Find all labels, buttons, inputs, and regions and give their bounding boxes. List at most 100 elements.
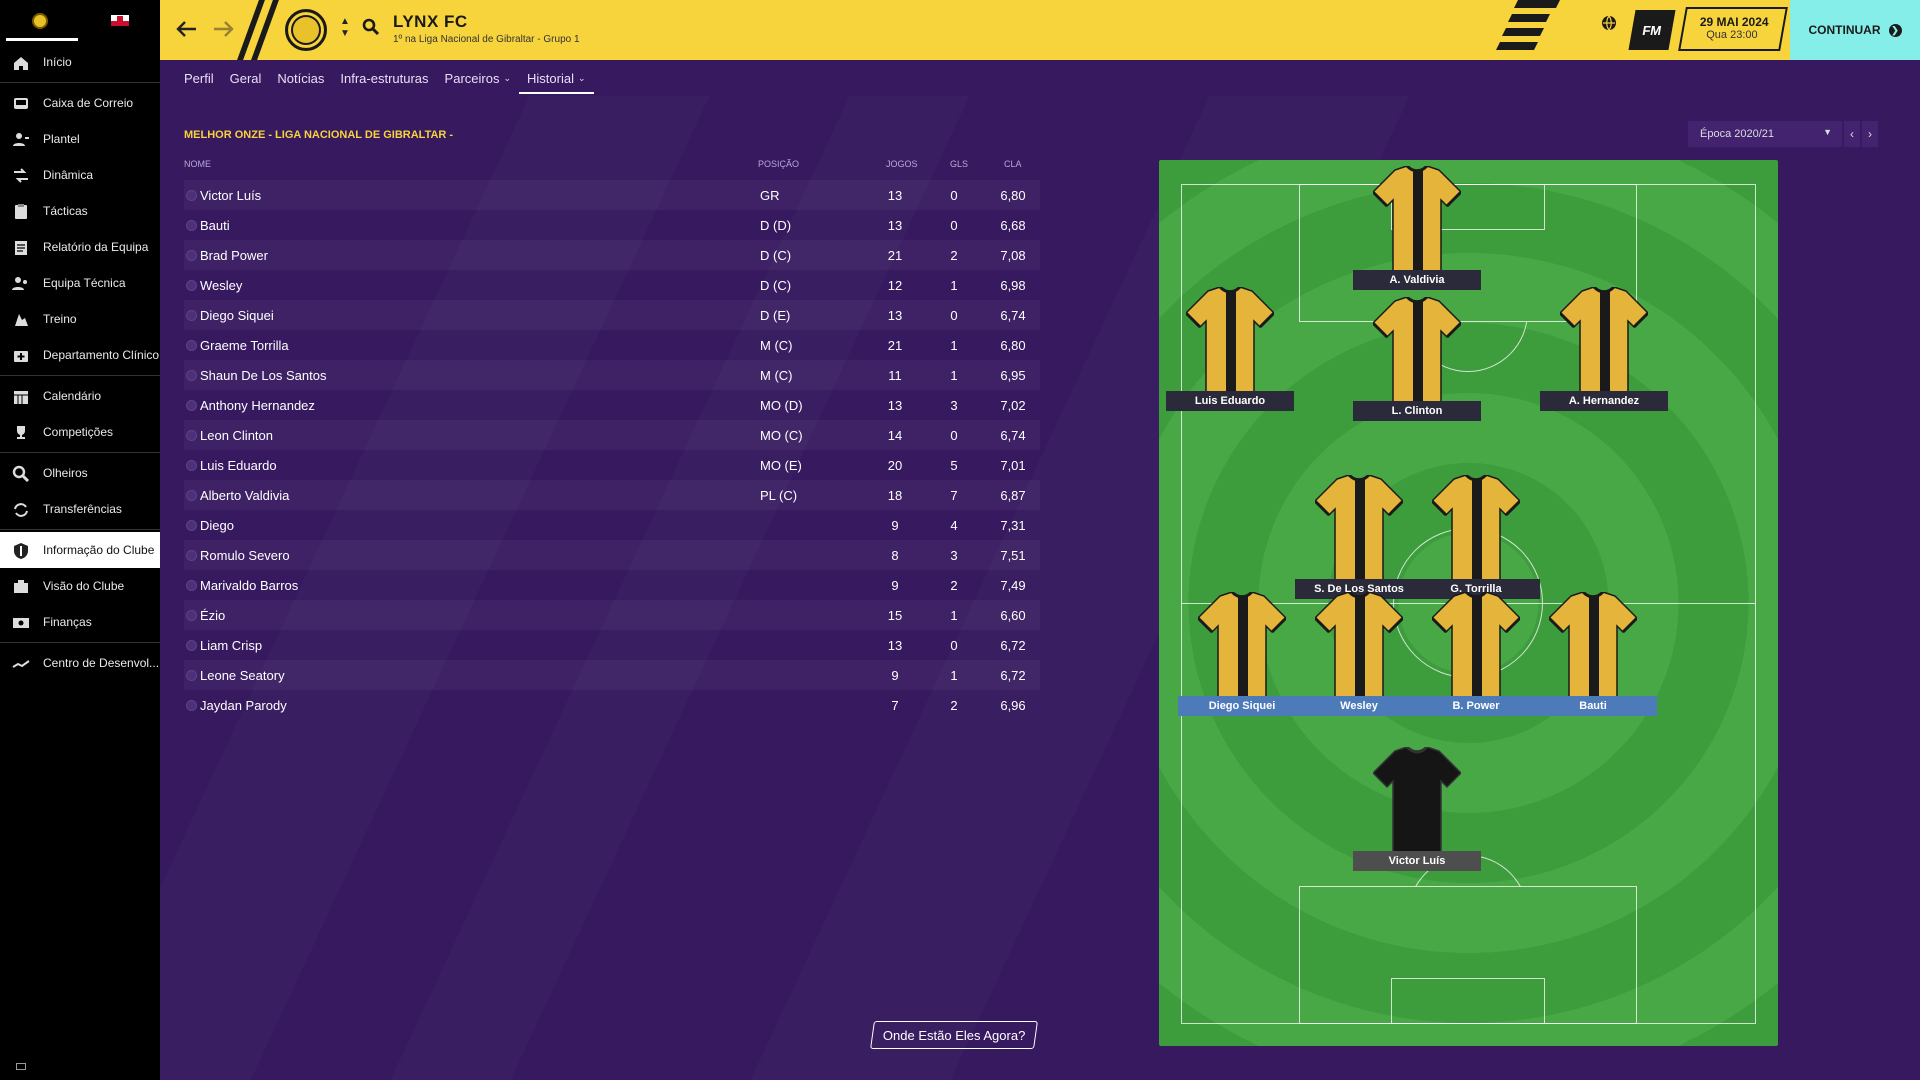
player-rating: 6,98	[1000, 278, 1026, 293]
formation-player-name: Luis Eduardo	[1166, 391, 1294, 411]
table-row[interactable]: Diego Siquei D (E) 13 0 6,74	[184, 300, 1040, 330]
sidebar-item-home[interactable]: Início	[0, 44, 160, 80]
table-row[interactable]: Liam Crisp 13 0 6,72	[184, 630, 1040, 660]
sidebar-item-development[interactable]: Centro de Desenvol...	[0, 645, 160, 681]
table-row[interactable]: Romulo Severo 8 3 7,51	[184, 540, 1040, 570]
formation-player[interactable]: Diego Siquei	[1178, 590, 1306, 732]
sidebar-item-label: Transferências	[43, 502, 122, 516]
player-status-icon	[186, 520, 197, 531]
formation-player[interactable]: Wesley	[1295, 590, 1423, 732]
shirt-icon	[1313, 590, 1405, 699]
sidebar-item-club-shield[interactable]: Informação do Clube	[0, 532, 160, 568]
globe-icon[interactable]	[1600, 14, 1618, 32]
table-row[interactable]: Leon Clinton MO (C) 14 0 6,74	[184, 420, 1040, 450]
player-rating: 6,72	[1000, 668, 1026, 683]
finances-icon	[12, 614, 30, 630]
transfers-icon	[12, 501, 30, 517]
sidebar-item-label: Olheiros	[43, 466, 88, 480]
player-games: 14	[887, 428, 903, 443]
tab-infra-estruturas[interactable]: Infra-estruturas	[332, 60, 436, 96]
sidebar-item-label: Treino	[43, 312, 77, 326]
search-icon[interactable]	[362, 18, 380, 36]
sidebar-item-squad[interactable]: Plantel	[0, 121, 160, 157]
column-header-goals[interactable]: GLS	[950, 159, 968, 169]
tab-geral[interactable]: Geral	[222, 60, 270, 96]
formation-player[interactable]: A. Valdivia	[1353, 164, 1481, 306]
table-row[interactable]: Victor Luís GR 13 0 6,80	[184, 180, 1040, 210]
sidebar-item-calendar[interactable]: Calendário	[0, 378, 160, 414]
sidebar-item-report[interactable]: Relatório da Equipa	[0, 229, 160, 265]
sidebar-item-label: Departamento Clínico	[43, 348, 160, 362]
player-goals: 0	[950, 308, 958, 323]
table-row[interactable]: Marivaldo Barros 9 2 7,49	[184, 570, 1040, 600]
back-arrow-icon[interactable]	[172, 14, 202, 44]
player-goals: 5	[950, 458, 958, 473]
player-status-icon	[186, 370, 197, 381]
tab-parceiros[interactable]: Parceiros ⌄	[437, 60, 519, 96]
dynamics-icon	[12, 167, 30, 183]
nation-flag-icon[interactable]	[110, 15, 129, 26]
table-row[interactable]: Bauti D (D) 13 0 6,68	[184, 210, 1040, 240]
tab-perfil[interactable]: Perfil	[176, 60, 222, 96]
table-row[interactable]: Luis Eduardo MO (E) 20 5 7,01	[184, 450, 1040, 480]
player-status-icon	[186, 550, 197, 561]
formation-player[interactable]: Bauti	[1529, 590, 1657, 732]
column-header-name[interactable]: NOME	[184, 159, 211, 169]
sidebar-item-tactics-clipboard[interactable]: Tácticas	[0, 193, 160, 229]
formation-player[interactable]: L. Clinton	[1353, 295, 1481, 437]
next-season-button[interactable]: ›	[1862, 121, 1878, 147]
club-badge-icon[interactable]	[31, 12, 48, 29]
table-row[interactable]: Diego 9 4 7,31	[184, 510, 1040, 540]
continue-button[interactable]: CONTINUAR ❯	[1790, 0, 1920, 60]
forward-arrow-icon[interactable]	[208, 14, 238, 44]
formation-player[interactable]: Victor Luís	[1353, 745, 1481, 887]
sidebar-header	[0, 0, 160, 44]
fm-menu-button[interactable]: FM	[1628, 10, 1676, 50]
tab-historial[interactable]: Historial ⌄	[519, 60, 594, 96]
sidebar-item-dynamics[interactable]: Dinâmica	[0, 157, 160, 193]
sidebar-item-training[interactable]: Treino	[0, 301, 160, 337]
sidebar-collapse-icon[interactable]	[16, 1063, 26, 1070]
sidebar-item-trophy[interactable]: Competições	[0, 414, 160, 450]
sidebar-item-label: Finanças	[43, 615, 92, 629]
table-row[interactable]: Anthony Hernandez MO (D) 13 3 7,02	[184, 390, 1040, 420]
formation-player[interactable]: A. Hernandez	[1540, 285, 1668, 427]
table-row[interactable]: Ézio 15 1 6,60	[184, 600, 1040, 630]
formation-player[interactable]: B. Power	[1412, 590, 1540, 732]
sidebar-item-staff[interactable]: Equipa Técnica	[0, 265, 160, 301]
table-row[interactable]: Jaydan Parody 7 2 6,96	[184, 690, 1040, 720]
player-games: 13	[887, 398, 903, 413]
column-header-games[interactable]: JOGOS	[886, 159, 918, 169]
tab-not-cias[interactable]: Notícias	[269, 60, 332, 96]
table-row[interactable]: Alberto Valdivia PL (C) 18 7 6,87	[184, 480, 1040, 510]
player-games: 13	[887, 308, 903, 323]
player-name: Anthony Hernandez	[200, 398, 315, 413]
column-header-position[interactable]: POSIÇÃO	[758, 159, 799, 169]
table-row[interactable]: Shaun De Los Santos M (C) 11 1 6,95	[184, 360, 1040, 390]
season-select[interactable]: Época 2020/21 ▼	[1688, 121, 1842, 147]
sidebar-item-scouting[interactable]: Olheiros	[0, 455, 160, 491]
table-row[interactable]: Graeme Torrilla M (C) 21 1 6,80	[184, 330, 1040, 360]
club-name: LYNX FC	[393, 12, 468, 31]
player-name: Brad Power	[200, 248, 268, 263]
formation-player[interactable]: Luis Eduardo	[1166, 285, 1294, 427]
sidebar-item-finances[interactable]: Finanças	[0, 604, 160, 640]
table-row[interactable]: Brad Power D (C) 21 2 7,08	[184, 240, 1040, 270]
player-goals: 7	[950, 488, 958, 503]
table-row[interactable]: Wesley D (C) 12 1 6,98	[184, 270, 1040, 300]
club-switch-icon[interactable]: ▲ ▼	[340, 16, 350, 40]
club-crest[interactable]	[285, 9, 327, 51]
previous-season-button[interactable]: ‹	[1844, 121, 1860, 147]
formation-player-name: Bauti	[1529, 696, 1657, 716]
sidebar-item-vision[interactable]: Visão do Clube	[0, 568, 160, 604]
column-header-rating[interactable]: CLA	[1004, 159, 1022, 169]
tab-label: Parceiros	[444, 70, 500, 86]
formation-player-name: A. Hernandez	[1540, 391, 1668, 411]
sidebar-item-medical[interactable]: Departamento Clínico	[0, 337, 160, 373]
where-are-they-now-button[interactable]: Onde Estão Eles Agora?	[870, 1021, 1038, 1049]
club-subtitle: 1º na Liga Nacional de Gibraltar - Grupo…	[393, 34, 580, 45]
table-row[interactable]: Leone Seatory 9 1 6,72	[184, 660, 1040, 690]
player-position: D (D)	[760, 218, 792, 233]
sidebar-item-transfers[interactable]: Transferências	[0, 491, 160, 527]
sidebar-item-inbox[interactable]: Caixa de Correio	[0, 85, 160, 121]
